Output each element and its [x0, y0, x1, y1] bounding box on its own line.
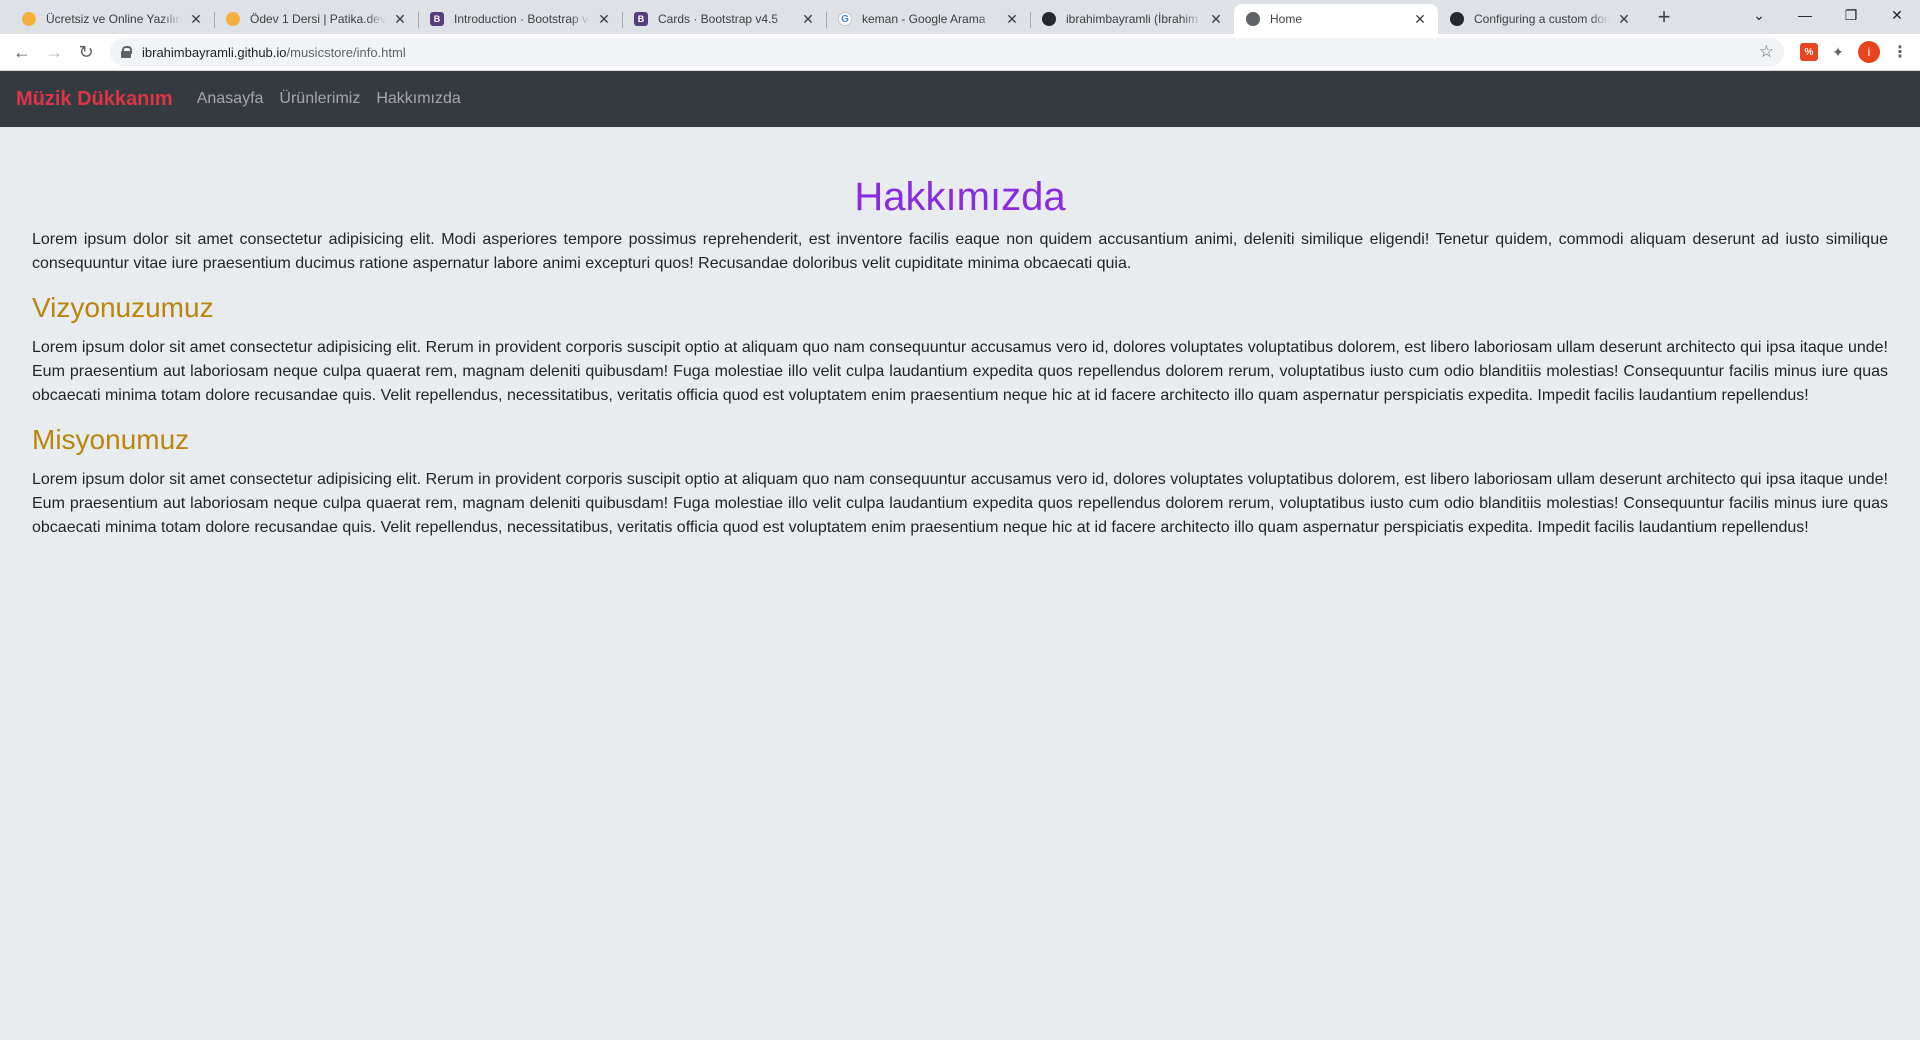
nav-link-anasayfa[interactable]: Anasayfa [197, 90, 264, 108]
forward-icon[interactable]: → [40, 38, 68, 66]
window-controls: ⌄ — ❐ ✕ [1736, 0, 1920, 30]
tab-title: ibrahimbayramli (İbrahim B [1066, 12, 1202, 26]
tab-title: Configuring a custom dom [1474, 12, 1610, 26]
bootstrap-icon: B [430, 12, 444, 26]
window-close-icon[interactable]: ✕ [1874, 0, 1920, 30]
browser-tab[interactable]: B Introduction · Bootstrap v4 ✕ [418, 4, 622, 34]
tab-title: Ödev 1 Dersi | Patika.dev [250, 12, 386, 26]
bootstrap-icon: B [634, 12, 648, 26]
browser-tab-strip: Ücretsiz ve Online Yazılım E ✕ Ödev 1 De… [0, 0, 1920, 34]
brand-logo[interactable]: Müzik Dükkanım [16, 88, 173, 111]
mission-paragraph: Lorem ipsum dolor sit amet consectetur a… [32, 471, 1888, 536]
back-icon[interactable]: ← [8, 38, 36, 66]
close-icon[interactable]: ✕ [1412, 11, 1428, 27]
restore-icon[interactable]: ❐ [1828, 0, 1874, 30]
tab-title: Ücretsiz ve Online Yazılım E [46, 12, 182, 26]
tab-title: keman - Google Arama [862, 12, 986, 26]
tab-title: Cards · Bootstrap v4.5 [658, 12, 779, 26]
browser-toolbar: ← → ↻ ibrahimbayramli.github.io/musicsto… [0, 34, 1920, 71]
close-icon[interactable]: ✕ [800, 11, 816, 27]
extension-icon[interactable]: % [1800, 43, 1818, 61]
close-icon[interactable]: ✕ [1208, 11, 1224, 27]
browser-tab[interactable]: ibrahimbayramli (İbrahim B ✕ [1030, 4, 1234, 34]
tab-title: Introduction · Bootstrap v4 [454, 12, 590, 26]
close-icon[interactable]: ✕ [1004, 11, 1020, 27]
patika-icon [226, 12, 240, 26]
vision-heading: Vizyonuzumuz [32, 292, 214, 323]
profile-avatar[interactable]: i [1858, 41, 1880, 63]
address-bar[interactable]: ibrahimbayramli.github.io/musicstore/inf… [110, 38, 1784, 66]
browser-tab[interactable]: Configuring a custom dom ✕ [1438, 4, 1642, 34]
github-icon [1042, 12, 1056, 26]
kebab-menu-icon[interactable]: ⋮ [1888, 40, 1912, 64]
vision-paragraph: Lorem ipsum dolor sit amet consectetur a… [32, 339, 1888, 404]
site-navbar: Müzik Dükkanım Anasayfa Ürünlerimiz Hakk… [0, 71, 1920, 127]
page-title: Hakkımızda [854, 175, 1066, 219]
globe-icon [1246, 12, 1260, 26]
browser-tab[interactable]: Ücretsiz ve Online Yazılım E ✕ [10, 4, 214, 34]
google-icon: G [838, 12, 852, 26]
nav-link-hakkimizda[interactable]: Hakkımızda [376, 90, 460, 108]
browser-tab[interactable]: G keman - Google Arama ✕ [826, 4, 1030, 34]
browser-tab[interactable]: B Cards · Bootstrap v4.5 ✕ [622, 4, 826, 34]
github-icon [1450, 12, 1464, 26]
lock-icon[interactable] [120, 46, 132, 58]
mission-heading: Misyonumuz [32, 424, 190, 455]
intro-paragraph: Lorem ipsum dolor sit amet consectetur a… [32, 231, 1888, 272]
close-icon[interactable]: ✕ [392, 11, 408, 27]
puzzle-icon[interactable]: ✦ [1826, 40, 1850, 64]
new-tab-button[interactable]: + [1650, 4, 1678, 32]
tab-title: Home [1270, 12, 1303, 26]
tab-search-icon[interactable]: ⌄ [1736, 0, 1782, 30]
close-icon[interactable]: ✕ [596, 11, 612, 27]
minimize-icon[interactable]: — [1782, 0, 1828, 30]
nav-link-urunlerimiz[interactable]: Ürünlerimiz [279, 90, 360, 108]
browser-tab-active[interactable]: Home ✕ [1234, 4, 1438, 34]
main-content: Hakkımızda Lorem ipsum dolor sit amet co… [0, 175, 1920, 540]
bookmark-star-icon[interactable]: ☆ [1759, 42, 1774, 62]
patika-icon [22, 12, 36, 26]
reload-icon[interactable]: ↻ [72, 38, 100, 66]
browser-tab[interactable]: Ödev 1 Dersi | Patika.dev ✕ [214, 4, 418, 34]
url-text[interactable]: ibrahimbayramli.github.io/musicstore/inf… [142, 45, 1759, 60]
close-icon[interactable]: ✕ [188, 11, 204, 27]
close-icon[interactable]: ✕ [1616, 11, 1632, 27]
